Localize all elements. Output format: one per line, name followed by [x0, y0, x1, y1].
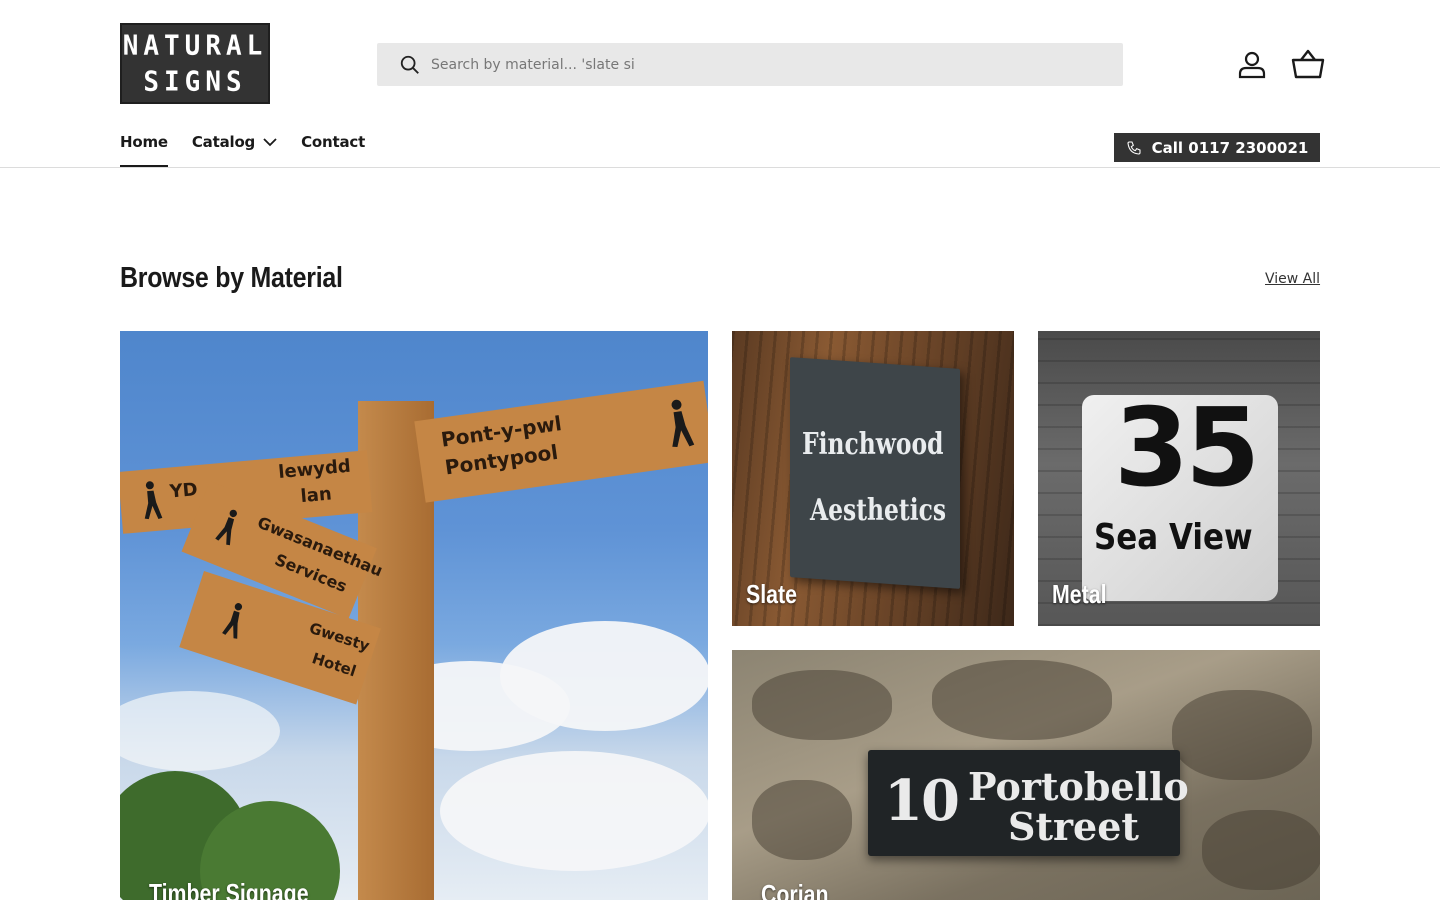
stone-shape	[1202, 810, 1320, 890]
corian-sign-text: Street	[1008, 804, 1139, 849]
search-icon[interactable]	[399, 54, 421, 76]
tile-label-timber: Timber Signage	[149, 878, 309, 900]
tile-label-slate: Slate	[746, 579, 797, 609]
account-button[interactable]	[1235, 47, 1269, 81]
sign-arm-pontypool: Pont-y-pwl Pontypool	[414, 380, 708, 503]
walker-icon	[144, 481, 163, 520]
call-label: Call 0117 2300021	[1151, 138, 1309, 157]
stone-shape	[932, 660, 1112, 740]
corian-sign-text: Portobello	[968, 764, 1189, 809]
chevron-down-icon	[263, 138, 277, 147]
tile-label-corian: Corian	[761, 879, 829, 900]
logo-line-1: NATURAL	[122, 29, 268, 62]
main-nav: Home Catalog Contact	[120, 133, 389, 168]
nav-contact[interactable]: Contact	[301, 133, 365, 167]
sign-arm-text: lan	[299, 483, 333, 508]
nav-catalog[interactable]: Catalog	[192, 133, 277, 167]
walker-icon	[222, 603, 243, 639]
account-icon	[1238, 51, 1266, 79]
cloud-shape	[120, 691, 280, 771]
material-tile-slate[interactable]: Finchwood Aesthetics Slate	[732, 331, 1014, 626]
tile-label-metal: Metal	[1052, 579, 1107, 609]
cloud-shape	[500, 621, 708, 731]
nav-home-label: Home	[120, 133, 168, 151]
natural-signs-logo[interactable]: NATURAL SIGNS	[120, 23, 270, 104]
sign-arm-text: lewydd	[277, 455, 352, 483]
cloud-shape	[440, 751, 708, 871]
sign-arm-text: YD	[168, 479, 199, 503]
walker-icon	[671, 399, 695, 448]
corian-sign-number: 10	[884, 768, 960, 834]
section-title: Browse by Material	[120, 262, 343, 294]
slate-sign-text: Finchwood	[802, 427, 944, 462]
call-button[interactable]: Call 0117 2300021	[1114, 133, 1320, 162]
stone-shape	[752, 670, 892, 740]
basket-button[interactable]	[1291, 47, 1325, 81]
logo-line-2: SIGNS	[143, 65, 247, 98]
stone-shape	[752, 780, 852, 860]
slate-sign-text: Aesthetics	[810, 493, 947, 528]
slate-sign-board	[790, 357, 960, 589]
search-input[interactable]	[431, 56, 1071, 73]
material-tile-metal[interactable]: 35 Sea View Metal	[1038, 331, 1320, 626]
walker-icon	[215, 509, 237, 546]
material-tile-corian[interactable]: 10 Portobello Street Corian	[732, 650, 1320, 900]
metal-sign-number: 35	[1114, 386, 1260, 511]
basket-icon	[1291, 49, 1325, 79]
view-all-link[interactable]: View All	[1265, 271, 1320, 287]
material-tile-timber[interactable]: Pont-y-pwl Pontypool YD lewydd lan Gwasa…	[120, 331, 708, 900]
stone-shape	[1172, 690, 1312, 780]
sign-arm-text: Hotel	[309, 649, 359, 681]
nav-home[interactable]: Home	[120, 133, 168, 167]
site-header: NATURAL SIGNS Home Catalog	[0, 0, 1440, 168]
nav-catalog-label: Catalog	[191, 133, 256, 151]
phone-icon	[1127, 140, 1141, 155]
nav-contact-label: Contact	[301, 133, 366, 151]
metal-sign-text: Sea View	[1094, 517, 1253, 558]
search-bar[interactable]	[377, 43, 1123, 86]
